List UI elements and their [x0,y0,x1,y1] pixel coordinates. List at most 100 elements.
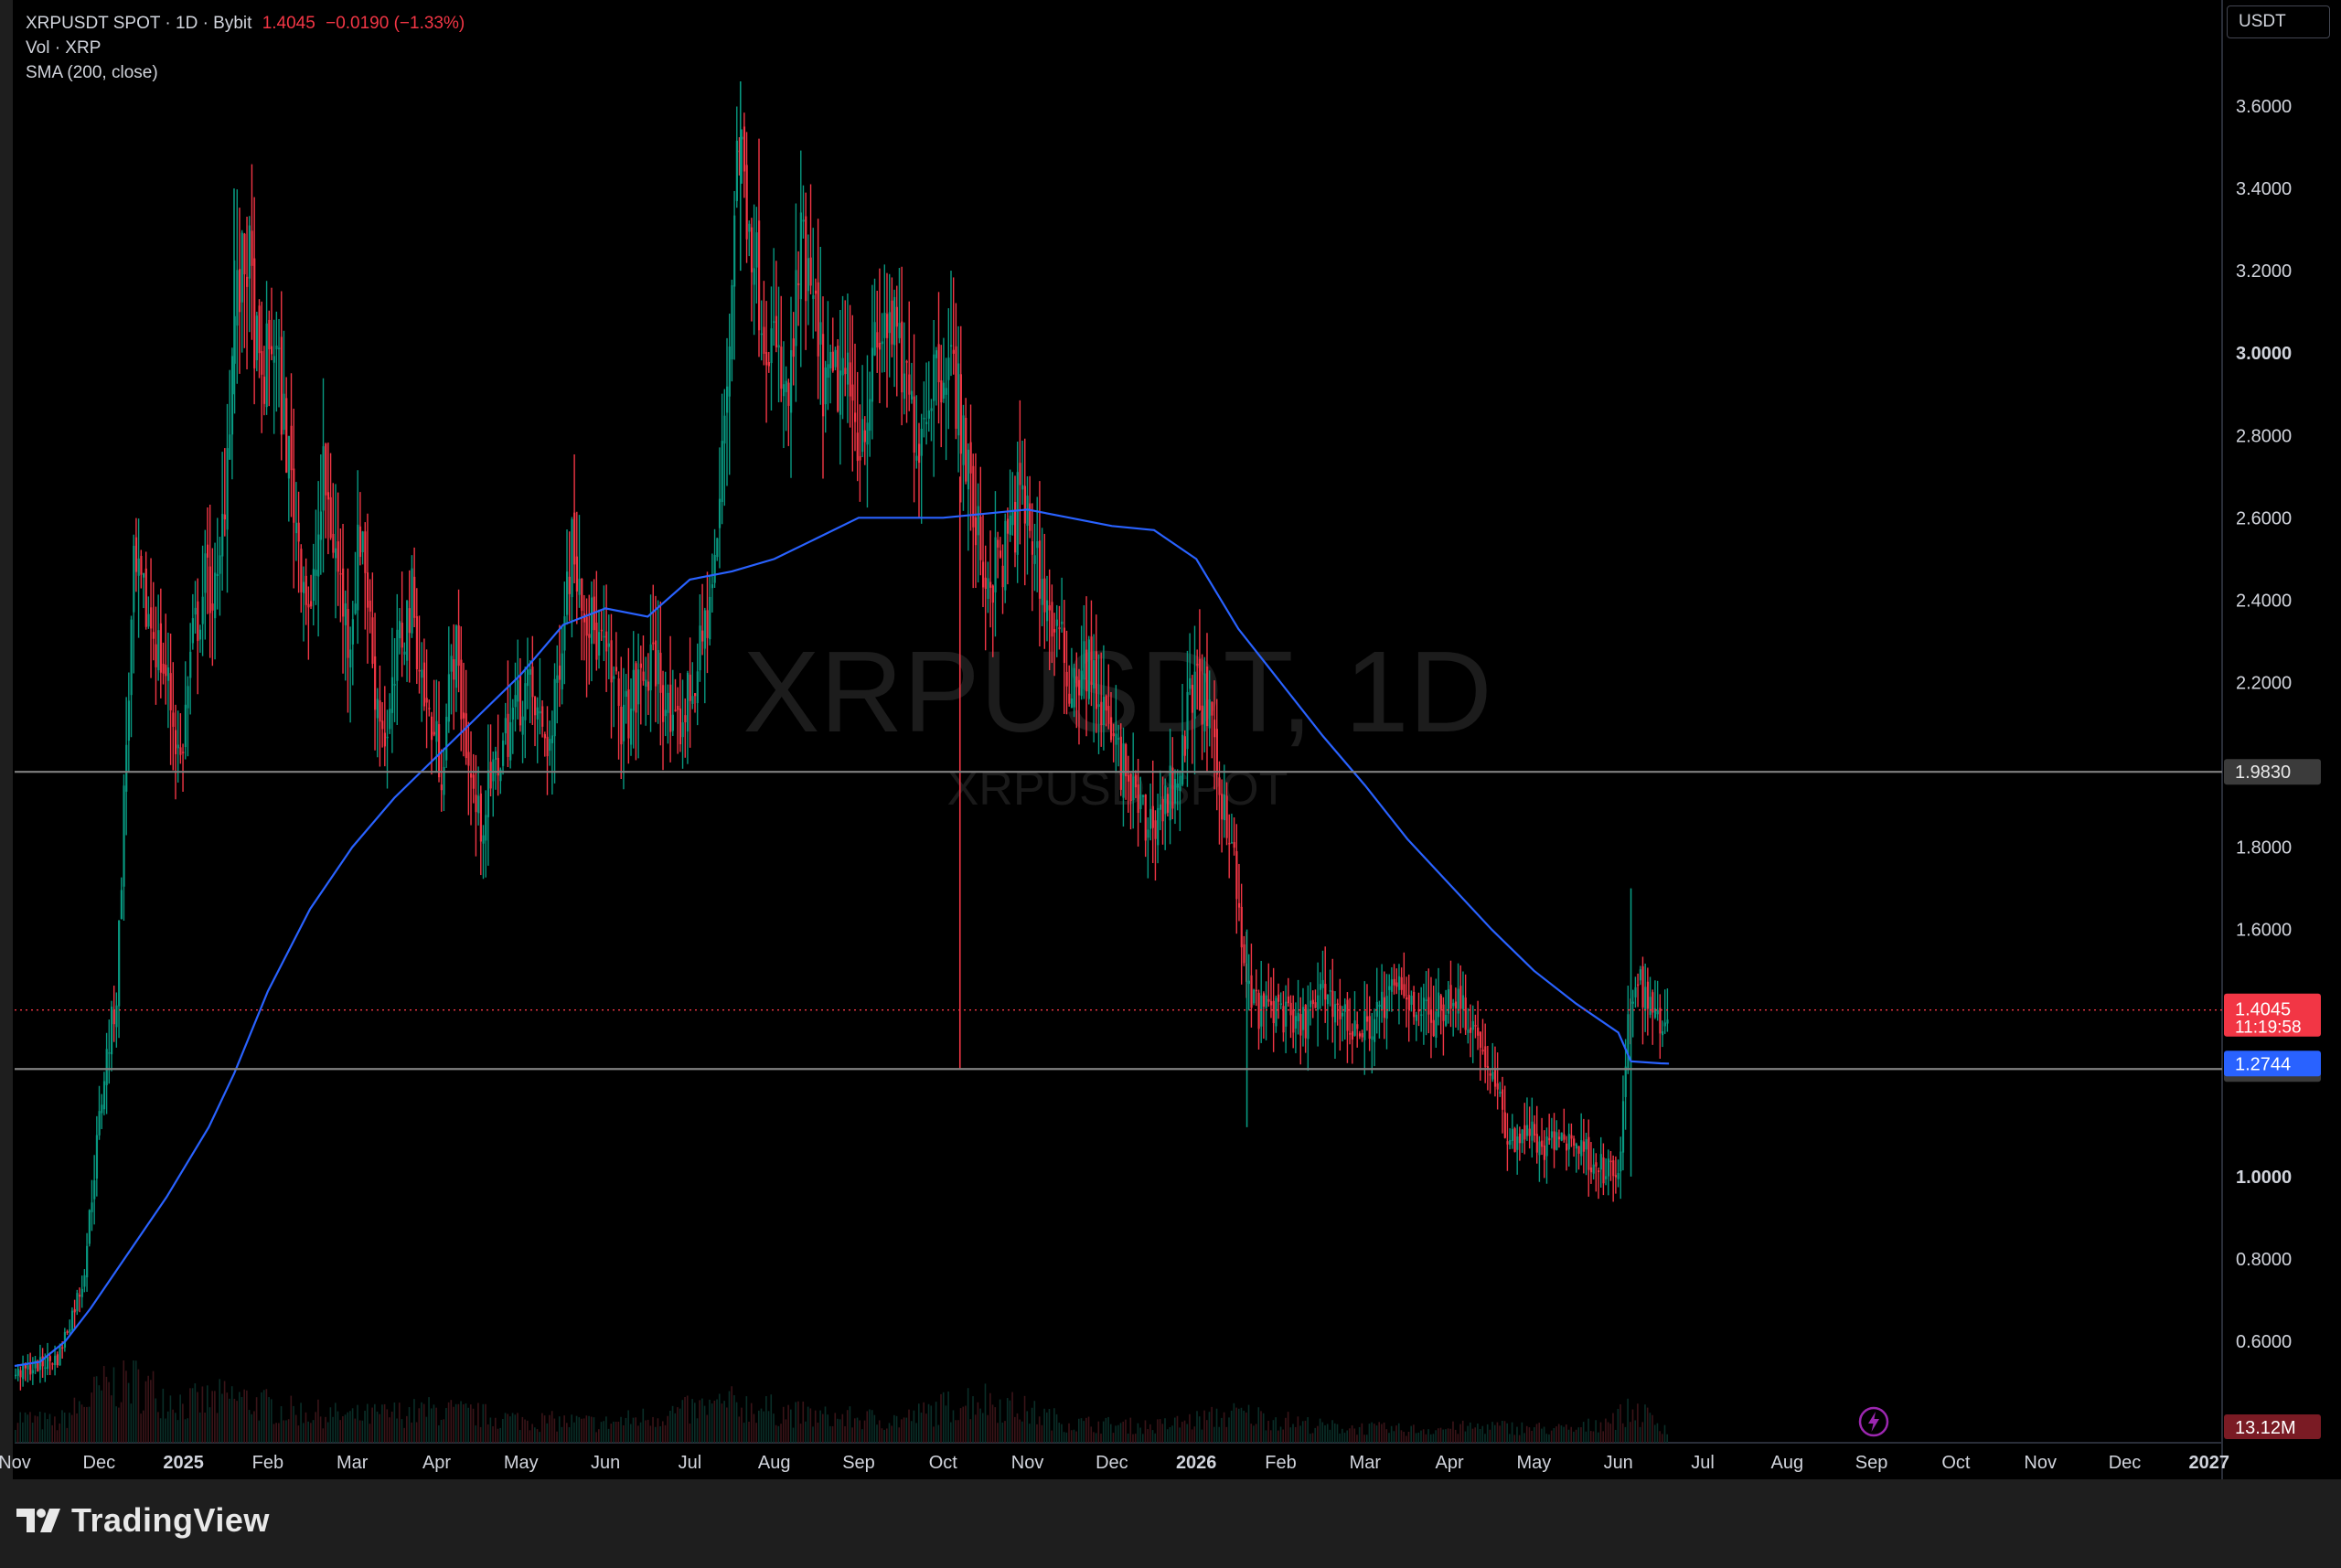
candle-body [1169,765,1171,821]
volume-bar [315,1412,317,1443]
volume-bar [809,1408,812,1443]
candle-body [246,276,249,287]
lightning-icon[interactable] [1857,1405,1890,1443]
legend-symbol-row[interactable]: XRPUSDT SPOT · 1D · Bybit 1.4045 −0.0190… [26,11,470,36]
candle-body [1481,1050,1484,1052]
candle-body [1368,1016,1371,1040]
candle-body [1407,995,1410,1010]
candle-body [1388,986,1391,990]
candle-body [977,506,979,536]
volume-bar [679,1408,681,1443]
volume-bar [230,1386,233,1443]
volume-bar [1294,1426,1297,1443]
volume-bar [191,1388,194,1443]
candle-body [797,283,800,285]
volume-bar [1301,1421,1304,1443]
volume-bar [1038,1416,1041,1443]
volume-bar [393,1403,396,1443]
candle-body [1225,795,1228,838]
volume-bar [354,1418,357,1443]
volume-bar [1191,1429,1193,1443]
candle-body [647,681,650,691]
candle-body [1247,980,1250,985]
candle-body [197,601,199,642]
candle-body [930,408,933,411]
legend-symbol[interactable]: XRPUSDT SPOT · 1D · Bybit [26,14,251,33]
chart-area[interactable]: XRPUSDT, 1D XRPUSD SPOT 3.6000 3.4000 3.2000… [0,0,2341,1479]
volume-bar [1467,1425,1469,1443]
candle-body [312,569,315,601]
candle-body [1119,736,1122,790]
candle-body [521,716,524,735]
candle-body [147,613,150,627]
candle-body [723,415,726,444]
volume-bar [273,1424,275,1443]
legend-volume-row[interactable]: Vol · XRP [26,36,470,60]
volume-bar [578,1417,581,1443]
volume-bar [1429,1434,1432,1443]
price-chart[interactable]: XRPUSDT, 1D XRPUSD SPOT 3.6000 3.4000 3.2000… [0,0,2341,1479]
volume-bar [1245,1412,1247,1443]
candle-body [1397,976,1401,990]
volume-bar [891,1425,893,1443]
volume-bar [497,1428,499,1443]
candle-body [389,709,391,730]
candle-body [1548,1137,1551,1141]
volume-bar [214,1391,216,1443]
candle-body [1021,485,1024,490]
candle-body [1179,775,1181,792]
candle-body [1429,1009,1433,1023]
candle-body [1038,540,1042,599]
candle-body [421,669,423,678]
legend-sma-row[interactable]: SMA (200, close) [26,60,470,85]
candle-body [1425,999,1427,1001]
candle-body [937,344,940,383]
candle-body [1631,1001,1634,1004]
candle-body [1141,795,1145,797]
candle-body [881,341,883,345]
time-tick-label: Mar [337,1453,369,1473]
volume-bar [179,1394,181,1443]
candle-body [198,629,202,640]
candle-body [1605,1176,1608,1179]
candle-body [969,442,972,474]
candle-body [329,496,332,539]
price-tick-label: 2.4000 [2236,591,2292,611]
candle-body [216,573,219,577]
candle-body [1563,1134,1566,1140]
candle-body [866,422,869,445]
legend-sma-label[interactable]: SMA (200, close) [26,63,158,82]
volume-bar [1068,1423,1070,1443]
volume-bar [585,1415,588,1443]
candle-body [1621,1101,1625,1153]
candle-body [307,603,310,608]
candle-body [1309,1000,1312,1008]
candle-body [1525,1125,1529,1136]
legend-volume-label[interactable]: Vol · XRP [26,38,101,58]
volume-bar [1509,1434,1511,1443]
volume-bar [1033,1401,1036,1443]
time-tick-label: Oct [929,1453,958,1473]
candle-body [949,345,953,347]
volume-bar [1233,1403,1235,1443]
candle-body [248,225,251,279]
volume-bar [1309,1434,1311,1443]
candle-body [817,282,819,357]
candle-body [819,322,822,345]
tradingview-logo[interactable]: TradingView [16,1501,270,1540]
candle-body [48,1356,51,1361]
currency-button[interactable]: USDT [2227,5,2330,38]
volume-bar [479,1426,482,1443]
volume-bar [595,1432,597,1443]
candle-body [1139,794,1142,809]
candle-body [1641,965,1644,1008]
candle-body [807,258,810,292]
volume-bar [422,1403,425,1443]
volume-bar [819,1410,821,1443]
candle-body [310,601,313,607]
time-tick-label: Nov [2024,1453,2057,1473]
candle-body [379,700,381,722]
volume-bar [137,1369,140,1443]
volume-bar [541,1413,543,1443]
candle-body [1314,1002,1317,1008]
